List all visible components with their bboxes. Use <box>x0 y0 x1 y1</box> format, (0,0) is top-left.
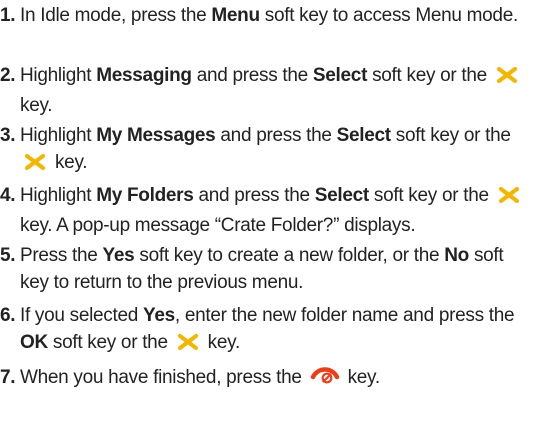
end-call-key-icon <box>310 364 340 394</box>
text-run: soft key to create a new folder, or the <box>134 245 445 266</box>
text-run: soft key or the <box>390 125 511 146</box>
no-soft-key-label: No <box>444 245 469 266</box>
step-text: Highlight My Messages and press the Sele… <box>0 122 534 179</box>
step-text: Highlight Messaging and press the Select… <box>0 62 534 119</box>
step-number: 1. <box>0 5 16 26</box>
my-messages-menu-label: My Messages <box>96 125 216 146</box>
step-text: If you selected Yes, enter the new folde… <box>0 302 534 359</box>
text-run: key. <box>50 152 88 173</box>
select-soft-key-label: Select <box>312 65 368 86</box>
step-number: 2. <box>0 65 16 86</box>
navigation-key-icon <box>176 332 200 359</box>
my-folders-menu-label: My Folders <box>96 185 194 206</box>
text-run: When you have finished, press the <box>20 367 307 388</box>
text-run: key. A pop-up message “Crate Folder?” di… <box>20 215 416 236</box>
messaging-menu-label: Messaging <box>96 65 192 86</box>
text-run: and press the <box>215 125 337 146</box>
step-4: 4. Highlight My Folders and press the Se… <box>0 182 534 239</box>
instruction-steps: 1. In Idle mode, press the Menu soft key… <box>0 0 538 429</box>
menu-soft-key-label: Menu <box>211 5 260 26</box>
ok-soft-key-label: OK <box>20 332 48 353</box>
yes-soft-key-label: Yes <box>102 245 135 266</box>
step-3: 3. Highlight My Messages and press the S… <box>0 122 534 179</box>
step-number: 3. <box>0 125 16 146</box>
step-text: When you have finished, press the key. <box>0 364 534 394</box>
text-run: soft key or the <box>368 185 494 206</box>
select-soft-key-label: Select <box>336 125 391 146</box>
step-text: Highlight My Folders and press the Selec… <box>0 182 534 239</box>
step-text: In Idle mode, press the Menu soft key to… <box>0 2 534 29</box>
navigation-key-icon <box>495 65 519 92</box>
step-5: 5. Press the Yes soft key to create a ne… <box>0 242 534 296</box>
text-run: key. <box>202 332 241 353</box>
step-number: 5. <box>0 245 16 266</box>
text-run: soft key or the <box>367 65 492 86</box>
select-soft-key-label: Select <box>314 185 369 206</box>
text-run: soft key to access Menu mode. <box>259 5 519 26</box>
text-run: Press the <box>20 245 103 266</box>
text-run: soft key or the <box>47 332 173 353</box>
step-text: Press the Yes soft key to create a new f… <box>0 242 534 296</box>
text-run: In Idle mode, press the <box>20 5 212 26</box>
text-run: key. <box>20 95 53 116</box>
step-2: 2. Highlight Messaging and press the Sel… <box>0 62 534 119</box>
step-7: 7. When you have finished, press the key… <box>0 364 534 394</box>
text-run: key. <box>342 367 381 388</box>
text-run: and press the <box>191 65 313 86</box>
text-run: , enter the new folder name and press th… <box>174 305 515 326</box>
text-run: Highlight <box>20 65 97 86</box>
navigation-key-icon <box>497 185 521 212</box>
text-run: Highlight <box>20 185 97 206</box>
step-6: 6. If you selected Yes, enter the new fo… <box>0 302 534 359</box>
navigation-key-icon <box>23 152 47 179</box>
text-run: and press the <box>193 185 315 206</box>
step-number: 4. <box>0 185 16 206</box>
step-number: 7. <box>0 367 16 388</box>
text-run: If you selected <box>20 305 143 326</box>
step-1: 1. In Idle mode, press the Menu soft key… <box>0 2 534 29</box>
step-number: 6. <box>0 305 16 326</box>
yes-soft-key-label: Yes <box>143 305 175 326</box>
text-run: Highlight <box>20 125 97 146</box>
